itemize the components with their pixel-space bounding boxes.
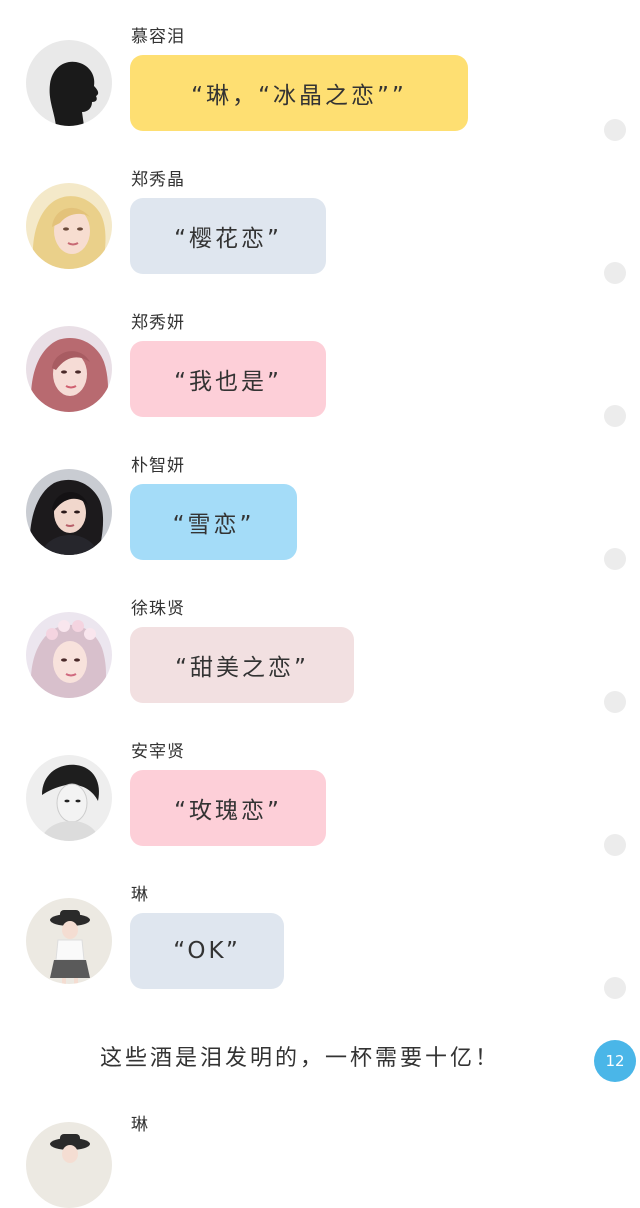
message-bubble[interactable]: “玫瑰恋” <box>130 770 326 846</box>
message-row: 朴智妍 “雪恋” <box>0 429 640 572</box>
message-row: 安宰贤 “玫瑰恋” <box>0 715 640 858</box>
avatar[interactable] <box>26 1122 112 1208</box>
sender-name: 郑秀晶 <box>131 170 185 190</box>
message-row: 慕容泪 “琳，“冰晶之恋”” <box>0 0 640 143</box>
sender-name: 郑秀妍 <box>131 313 185 333</box>
message-bubble[interactable]: “OK” <box>130 913 284 989</box>
avatar-blonde-portrait-image <box>26 183 112 269</box>
avatar[interactable] <box>26 40 112 126</box>
read-status-dot <box>604 977 626 999</box>
read-status-dot <box>604 548 626 570</box>
avatar[interactable] <box>26 326 112 412</box>
message-row: 琳 “OK” <box>0 858 640 1001</box>
sender-name: 安宰贤 <box>131 742 185 762</box>
sender-name: 琳 <box>131 1115 148 1135</box>
sender-name: 朴智妍 <box>131 456 185 476</box>
avatar-hat-girl-image <box>26 898 112 984</box>
sender-name: 徐珠贤 <box>131 599 185 619</box>
unread-count-badge[interactable]: 12 <box>594 1040 636 1082</box>
avatar-dark-hair-portrait-image <box>26 469 112 555</box>
message-bubble[interactable]: “甜美之恋” <box>130 627 354 703</box>
avatar-bw-portrait-image <box>26 755 112 841</box>
avatar-hat-girl-image <box>26 1122 112 1208</box>
message-bubble[interactable]: “我也是” <box>130 341 326 417</box>
avatar[interactable] <box>26 469 112 555</box>
narration-text: 这些酒是泪发明的，一杯需要十亿！ <box>99 1046 500 1071</box>
message-row: 郑秀妍 “我也是” <box>0 286 640 429</box>
read-status-dot <box>604 262 626 284</box>
read-status-dot <box>604 405 626 427</box>
read-status-dot <box>604 119 626 141</box>
read-status-dot <box>604 834 626 856</box>
avatar[interactable] <box>26 612 112 698</box>
message-bubble[interactable]: “雪恋” <box>130 484 297 560</box>
avatar-flower-crown-portrait-image <box>26 612 112 698</box>
sender-name: 慕容泪 <box>131 27 185 47</box>
avatar-pink-hair-portrait-image <box>26 326 112 412</box>
message-bubble[interactable]: “琳，“冰晶之恋”” <box>130 55 468 131</box>
avatar[interactable] <box>26 898 112 984</box>
read-status-dot <box>604 691 626 713</box>
avatar[interactable] <box>26 755 112 841</box>
message-row: 徐珠贤 “甜美之恋” <box>0 572 640 715</box>
avatar[interactable] <box>26 183 112 269</box>
message-row: 郑秀晶 “樱花恋” <box>0 143 640 286</box>
avatar-silhouette-image <box>26 40 112 126</box>
message-bubble[interactable]: “樱花恋” <box>130 198 326 274</box>
sender-name: 琳 <box>131 885 149 905</box>
